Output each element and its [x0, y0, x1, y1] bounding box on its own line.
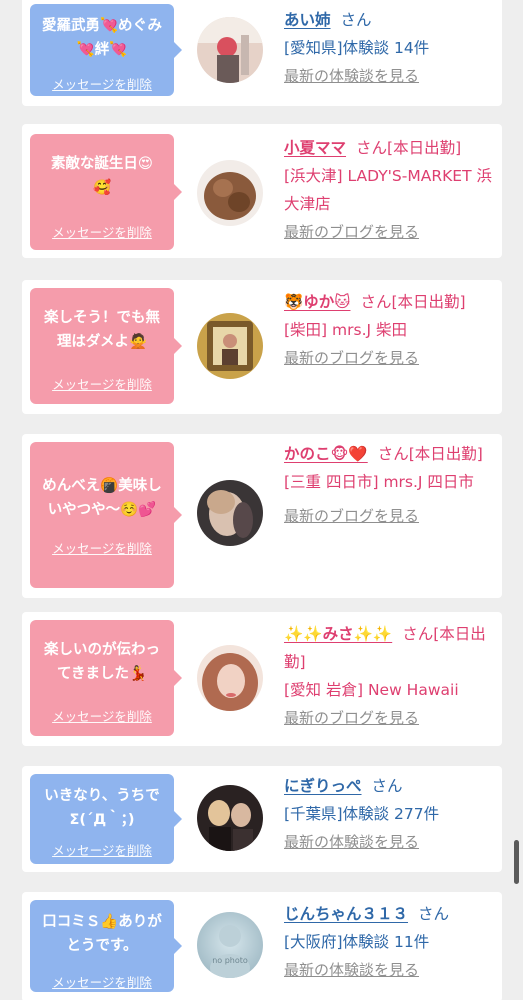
- no-photo-label: no photo: [212, 956, 248, 965]
- user-area: [愛知 岩倉] New Hawaii: [284, 681, 459, 699]
- user-info: 🐯ゆか🐱 さん[本日出勤] [柴田] mrs.J 柴田 最新のブログを見る: [284, 288, 496, 372]
- latest-post-link[interactable]: 最新の体験談を見る: [284, 67, 419, 85]
- user-name-link[interactable]: にぎりっぺ: [284, 777, 362, 795]
- user-area: [浜大津] LADY'S-MARKET 浜大津店: [284, 167, 492, 213]
- message-text: 楽しいのが伝わっ てきました💃: [44, 642, 160, 682]
- delete-message-link[interactable]: メッセージを削除: [30, 374, 174, 393]
- message-text: 口コミＳ👍ありが とうです。: [42, 914, 162, 954]
- user-name-link[interactable]: あい姉: [284, 11, 331, 29]
- delete-message-link[interactable]: メッセージを削除: [30, 222, 174, 241]
- message-bubble: 楽しそう！でも無 理はダメよ🙅 メッセージを削除: [30, 288, 182, 404]
- user-area: [愛知県]体験談 14件: [284, 39, 430, 57]
- avatar[interactable]: no photo: [197, 912, 263, 978]
- message-card: 素敵な誕生日😍 🥰 メッセージを削除 小夏ママ さん[本日出勤] [浜大津] LA…: [22, 124, 502, 258]
- delete-message-link[interactable]: メッセージを削除: [30, 972, 174, 991]
- user-name-link[interactable]: ✨✨みさ✨✨: [284, 625, 392, 643]
- status-badge: [本日出勤]: [387, 139, 462, 157]
- avatar[interactable]: [197, 785, 263, 851]
- message-bubble: 素敵な誕生日😍 🥰 メッセージを削除: [30, 134, 182, 250]
- message-text: 愛羅武勇💘めぐみ 💘絆💘: [42, 18, 162, 58]
- message-bubble: いきなり、うちで Σ(´Д｀；) メッセージを削除: [30, 774, 182, 864]
- scrollbar[interactable]: [514, 840, 519, 884]
- message-text: めんべえ🍘美味し いやつや〜☺️💕: [42, 478, 162, 518]
- message-list: 愛羅武勇💘めぐみ 💘絆💘 メッセージを削除 あい姉 さん [愛知県]体験談 14件…: [0, 0, 523, 1000]
- latest-post-link[interactable]: 最新のブログを見る: [284, 709, 419, 727]
- user-info: あい姉 さん [愛知県]体験談 14件 最新の体験談を見る: [284, 6, 496, 90]
- latest-post-link[interactable]: 最新の体験談を見る: [284, 833, 419, 851]
- latest-post-link[interactable]: 最新のブログを見る: [284, 507, 419, 525]
- message-text: 楽しそう！でも無 理はダメよ🙅: [44, 310, 160, 350]
- avatar[interactable]: [197, 645, 263, 711]
- latest-post-link[interactable]: 最新の体験談を見る: [284, 961, 419, 979]
- user-info: にぎりっぺ さん [千葉県]体験談 277件 最新の体験談を見る: [284, 772, 496, 856]
- delete-message-link[interactable]: メッセージを削除: [30, 538, 174, 557]
- user-area: [千葉県]体験談 277件: [284, 805, 440, 823]
- avatar[interactable]: [197, 160, 263, 226]
- latest-post-link[interactable]: 最新のブログを見る: [284, 223, 419, 241]
- user-name-link[interactable]: 🐯ゆか🐱: [284, 293, 350, 311]
- honorific: さん: [356, 139, 388, 157]
- message-card: 楽しいのが伝わっ てきました💃 メッセージを削除 ✨✨みさ✨✨ さん[本日出勤] …: [22, 612, 502, 746]
- message-bubble: めんべえ🍘美味し いやつや〜☺️💕 メッセージを削除: [30, 442, 182, 588]
- delete-message-link[interactable]: メッセージを削除: [30, 840, 174, 859]
- user-name-link[interactable]: じんちゃん３１３: [284, 905, 408, 923]
- message-card: 愛羅武勇💘めぐみ 💘絆💘 メッセージを削除 あい姉 さん [愛知県]体験談 14件…: [22, 0, 502, 106]
- message-card: めんべえ🍘美味し いやつや〜☺️💕 メッセージを削除 かのこ🐵❤️ さん[本日出勤…: [22, 434, 502, 598]
- message-bubble: 楽しいのが伝わっ てきました💃 メッセージを削除: [30, 620, 182, 736]
- user-area: [大阪府]体験談 11件: [284, 933, 430, 951]
- honorific: さん: [377, 445, 409, 463]
- avatar[interactable]: [197, 480, 263, 546]
- latest-post-link[interactable]: 最新のブログを見る: [284, 349, 419, 367]
- message-text: 素敵な誕生日😍 🥰: [50, 156, 154, 196]
- delete-message-link[interactable]: メッセージを削除: [30, 74, 174, 93]
- user-info: 小夏ママ さん[本日出勤] [浜大津] LADY'S-MARKET 浜大津店 最新…: [284, 134, 496, 246]
- message-card: 楽しそう！でも無 理はダメよ🙅 メッセージを削除 🐯ゆか🐱 さん[本日出勤] [柴…: [22, 280, 502, 414]
- honorific: さん: [402, 625, 434, 643]
- user-area: [柴田] mrs.J 柴田: [284, 321, 407, 339]
- message-card: 口コミＳ👍ありが とうです。 メッセージを削除 no photo じんちゃん３１…: [22, 892, 502, 1000]
- user-name-link[interactable]: 小夏ママ: [284, 139, 346, 157]
- avatar[interactable]: [197, 313, 263, 379]
- honorific: さん: [340, 11, 372, 29]
- honorific: さん: [418, 905, 450, 923]
- message-bubble: 愛羅武勇💘めぐみ 💘絆💘 メッセージを削除: [30, 4, 182, 96]
- message-bubble: 口コミＳ👍ありが とうです。 メッセージを削除: [30, 900, 182, 992]
- user-info: かのこ🐵❤️ さん[本日出勤] [三重 四日市] mrs.J 四日市 最新のブログ…: [284, 440, 496, 530]
- user-name-link[interactable]: かのこ🐵❤️: [284, 445, 368, 463]
- honorific: さん: [360, 293, 392, 311]
- status-badge: [本日出勤]: [408, 445, 483, 463]
- message-text: いきなり、うちで Σ(´Д｀；): [44, 788, 160, 828]
- user-info: じんちゃん３１３ さん [大阪府]体験談 11件 最新の体験談を見る: [284, 900, 496, 984]
- avatar[interactable]: [197, 17, 263, 83]
- user-area: [三重 四日市] mrs.J 四日市: [284, 473, 474, 491]
- honorific: さん: [371, 777, 403, 795]
- status-badge: [本日出勤]: [391, 293, 466, 311]
- delete-message-link[interactable]: メッセージを削除: [30, 706, 174, 725]
- user-info: ✨✨みさ✨✨ さん[本日出勤] [愛知 岩倉] New Hawaii 最新のブログ…: [284, 620, 496, 732]
- message-card: いきなり、うちで Σ(´Д｀；) メッセージを削除 にぎりっぺ さん [千葉県]体…: [22, 766, 502, 872]
